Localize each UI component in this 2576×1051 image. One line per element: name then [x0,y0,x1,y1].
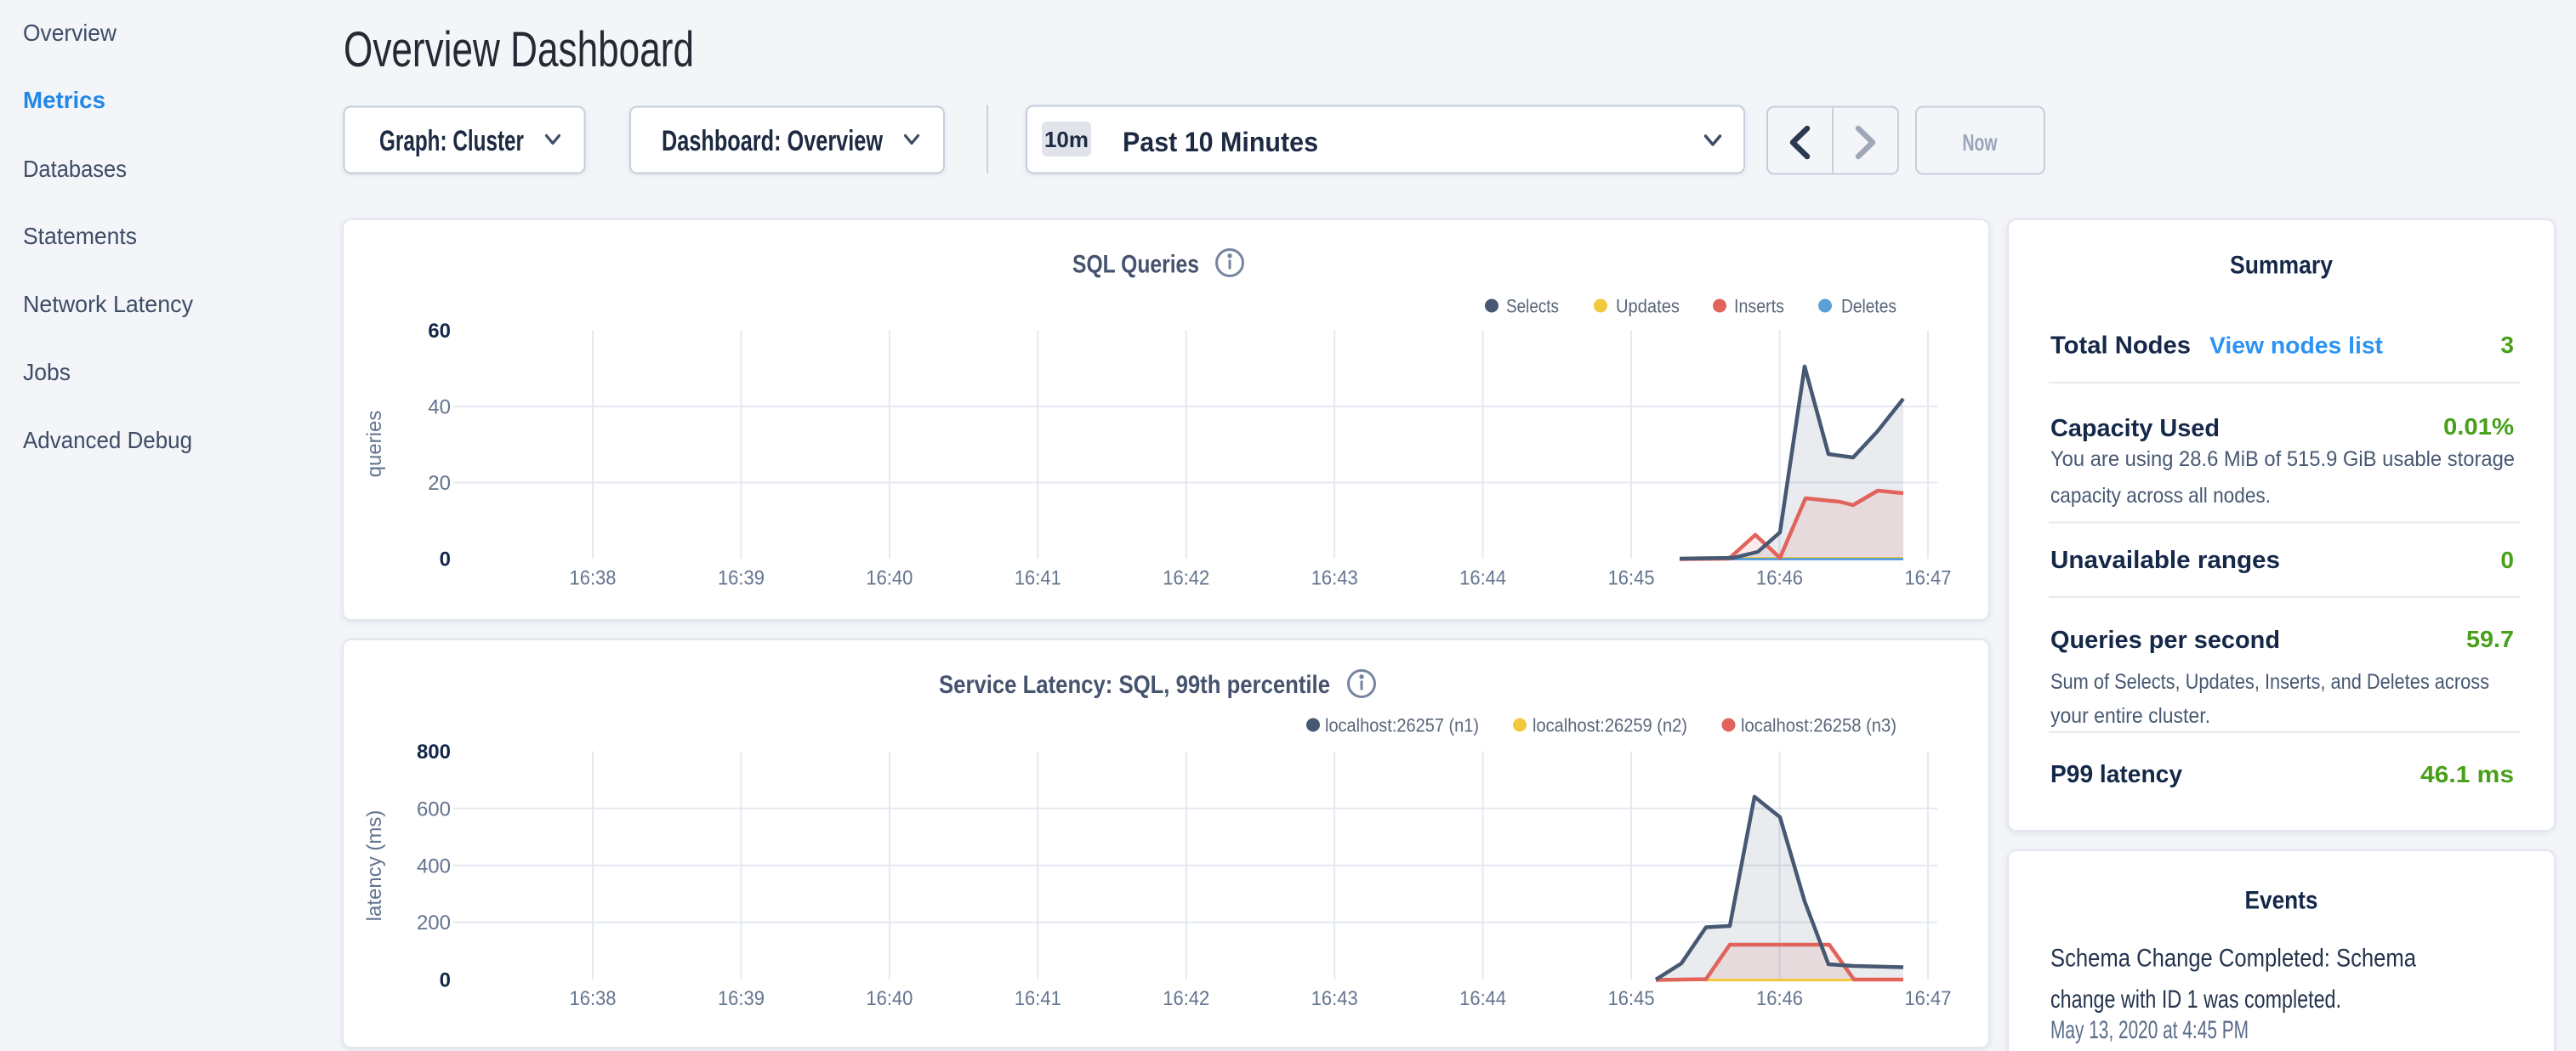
svg-text:16:44: 16:44 [1459,567,1506,590]
svg-text:Advanced Debug: Advanced Debug [23,427,192,453]
svg-text:16:47: 16:47 [1904,567,1951,590]
svg-text:16:39: 16:39 [718,987,765,1010]
svg-text:Overview Dashboard: Overview Dashboard [344,22,694,77]
svg-text:16:42: 16:42 [1163,987,1209,1010]
svg-text:60: 60 [428,320,451,343]
svg-text:Total Nodes: Total Nodes [2050,332,2191,359]
svg-text:Databases: Databases [23,156,127,182]
svg-text:0: 0 [440,548,451,571]
svg-text:16:38: 16:38 [570,567,617,590]
svg-text:Metrics: Metrics [23,87,105,113]
svg-text:SQL Queries: SQL Queries [1072,251,1199,279]
svg-text:Dashboard: Overview: Dashboard: Overview [662,125,883,157]
svg-text:your entire cluster.: your entire cluster. [2050,704,2210,728]
svg-text:16:45: 16:45 [1608,987,1655,1010]
svg-text:3: 3 [2500,332,2514,358]
svg-text:localhost:26258 (n3): localhost:26258 (n3) [1741,714,1896,736]
svg-text:16:39: 16:39 [718,567,765,590]
svg-text:You are using 28.6 MiB of 515.: You are using 28.6 MiB of 515.9 GiB usab… [2050,447,2515,471]
svg-text:16:46: 16:46 [1756,987,1803,1010]
svg-text:latency (ms): latency (ms) [363,810,386,922]
svg-text:change with ID 1 was completed: change with ID 1 was completed. [2050,986,2341,1014]
svg-text:localhost:26257 (n1): localhost:26257 (n1) [1325,714,1479,736]
svg-text:Statements: Statements [23,223,137,249]
svg-text:400: 400 [417,855,451,878]
svg-text:capacity across all nodes.: capacity across all nodes. [2050,484,2271,508]
svg-text:Jobs: Jobs [23,359,71,385]
svg-text:P99 latency: P99 latency [2050,761,2182,788]
svg-text:20: 20 [428,472,451,495]
svg-text:Now: Now [1963,129,1998,156]
svg-text:Capacity Used: Capacity Used [2050,415,2220,442]
svg-text:Network Latency: Network Latency [23,291,193,317]
svg-text:queries: queries [363,411,386,478]
svg-text:200: 200 [417,912,451,935]
svg-text:Sum of Selects, Updates, Inser: Sum of Selects, Updates, Inserts, and De… [2050,670,2489,694]
svg-text:600: 600 [417,798,451,821]
svg-text:Past 10 Minutes: Past 10 Minutes [1123,127,1318,157]
svg-text:16:47: 16:47 [1904,987,1951,1010]
svg-text:40: 40 [428,396,451,419]
svg-text:0: 0 [2500,547,2514,573]
svg-text:16:40: 16:40 [866,567,913,590]
svg-text:Events: Events [2245,887,2318,915]
svg-text:800: 800 [417,741,451,764]
svg-text:16:43: 16:43 [1311,987,1358,1010]
svg-text:Summary: Summary [2230,252,2333,280]
svg-text:Deletes: Deletes [1841,295,1896,316]
svg-text:16:46: 16:46 [1756,567,1803,590]
svg-text:Unavailable ranges: Unavailable ranges [2050,547,2280,574]
svg-text:Selects: Selects [1506,295,1559,316]
svg-text:Queries per second: Queries per second [2050,627,2280,654]
svg-text:localhost:26259 (n2): localhost:26259 (n2) [1533,714,1687,736]
svg-text:10m: 10m [1044,127,1089,152]
svg-text:Schema Change Completed: Schem: Schema Change Completed: Schema [2050,945,2416,973]
svg-text:0.01%: 0.01% [2443,413,2514,440]
svg-text:Updates: Updates [1616,295,1680,316]
svg-text:16:45: 16:45 [1608,567,1655,590]
svg-text:16:40: 16:40 [866,987,913,1010]
svg-text:Service Latency: SQL, 99th per: Service Latency: SQL, 99th percentile [939,671,1330,699]
svg-text:46.1 ms: 46.1 ms [2420,761,2514,787]
svg-text:16:38: 16:38 [570,987,617,1010]
svg-text:Inserts: Inserts [1734,295,1784,316]
svg-text:16:44: 16:44 [1459,987,1506,1010]
svg-text:59.7: 59.7 [2466,626,2514,652]
svg-text:16:42: 16:42 [1163,567,1209,590]
svg-text:0: 0 [440,969,451,992]
svg-text:16:41: 16:41 [1015,987,1061,1010]
svg-text:May 13, 2020 at 4:45 PM: May 13, 2020 at 4:45 PM [2050,1016,2249,1044]
svg-text:Overview: Overview [23,20,117,46]
svg-text:Graph: Cluster: Graph: Cluster [379,125,524,157]
svg-text:16:43: 16:43 [1311,567,1358,590]
svg-text:View nodes list: View nodes list [2209,332,2383,358]
svg-text:16:41: 16:41 [1015,567,1061,590]
